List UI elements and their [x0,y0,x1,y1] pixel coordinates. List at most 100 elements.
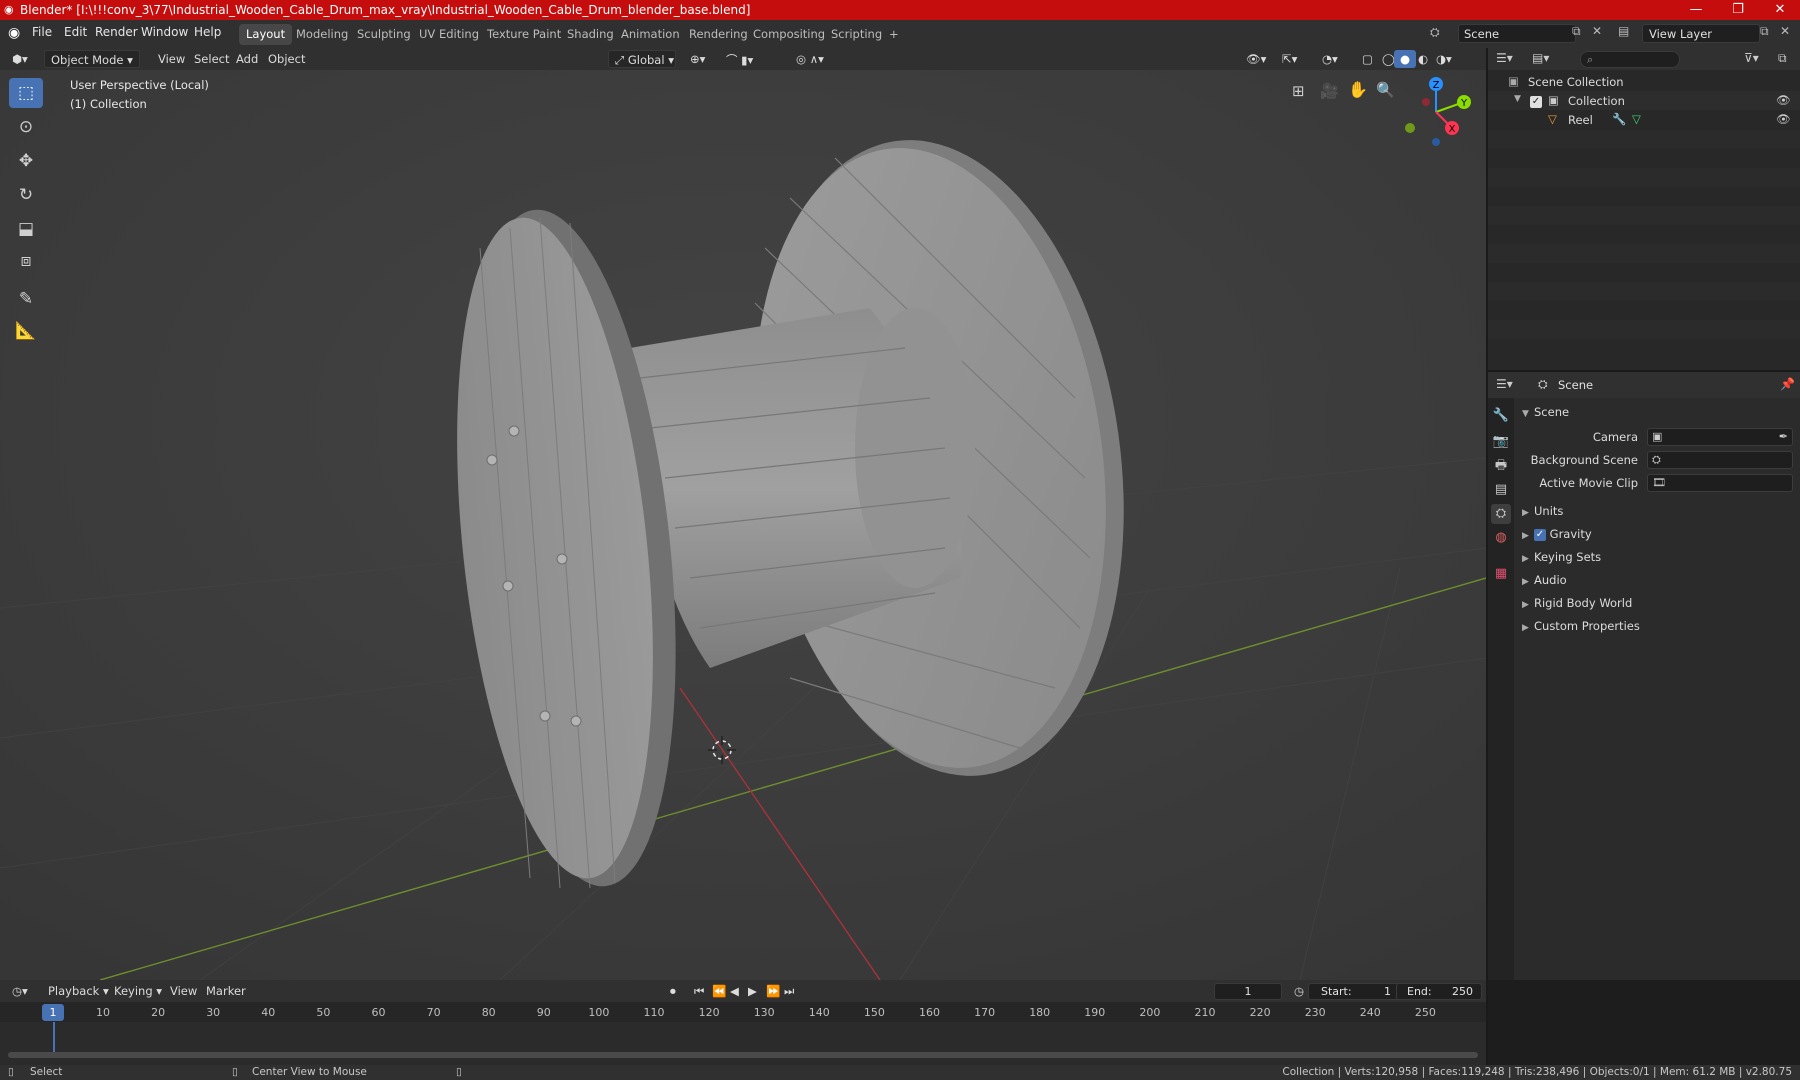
outliner-row-collection[interactable]: ▼ ✓ ▣ Collection 👁 [1488,91,1800,110]
playhead[interactable]: 1 [42,1004,64,1021]
timeline-editor-type-icon[interactable]: ◷▾ [6,982,34,1000]
expand-chevron-icon[interactable]: ▼ [1514,94,1521,104]
timeline-menu-marker[interactable]: Marker [200,982,252,1000]
tab-sculpting[interactable]: Sculpting [350,24,418,45]
units-panel-header[interactable]: ▶ Units [1514,501,1800,521]
output-tab-icon[interactable]: 🖶 [1491,456,1511,476]
collection-visibility-eye-icon[interactable]: 👁 [1776,93,1791,107]
end-frame-field[interactable]: End: 250 [1396,983,1482,1000]
tab-animation[interactable]: Animation [614,24,687,45]
scale-tool-icon[interactable]: ⬓ [9,214,43,244]
viewport-menu-add[interactable]: Add [230,50,264,68]
transform-orientation-dropdown[interactable]: ⤢ Global ▾ [608,50,676,68]
modifier-wrench-icon[interactable]: 🔧 [1612,112,1626,126]
gravity-panel-header[interactable]: ▶ ✓ Gravity [1514,524,1800,544]
background-scene-field[interactable]: ⛭ [1647,451,1793,469]
scene-icon[interactable]: ⛭ [1430,25,1440,40]
viewport-menu-select[interactable]: Select [188,50,235,68]
transform-tool-icon[interactable]: ⧈ [9,246,43,276]
outliner-row-scene-collection[interactable]: ▣ Scene Collection [1488,72,1800,91]
rotate-tool-icon[interactable]: ↻ [9,180,43,210]
custom-properties-panel-header[interactable]: ▶ Custom Properties [1514,616,1800,636]
tab-texture-paint[interactable]: Texture Paint [480,24,568,45]
jump-end-icon[interactable]: ⏭ [778,982,800,1000]
delete-scene-icon[interactable]: ✕ [1592,24,1602,38]
outliner-row-reel[interactable]: ▽ Reel 🔧 ▽ 👁 [1488,110,1800,129]
pin-icon[interactable]: 📌 [1780,377,1795,391]
keying-sets-panel-header[interactable]: ▶ Keying Sets [1514,547,1800,567]
view-layer-tab-icon[interactable]: ▤ [1491,480,1511,500]
timeline-menu-playback[interactable]: Playback ▾ [42,982,115,1000]
navigation-gizmo[interactable]: Z Y X [1396,72,1476,152]
snap-icon[interactable]: ⌒ ▮▾ [720,50,759,68]
audio-panel-header[interactable]: ▶ Audio [1514,570,1800,590]
editor-type-icon[interactable]: ⬢▾ [6,50,34,68]
rendered-shading-icon[interactable]: ◑▾ [1430,50,1458,68]
viewport-menu-view[interactable]: View [152,50,191,68]
3d-viewport[interactable]: ⬢▾ Object Mode ▾ View Select Add Object … [0,48,1486,980]
close-button[interactable]: ✕ [1760,0,1800,20]
timeline-scrollbar[interactable] [8,1052,1478,1058]
move-tool-icon[interactable]: ✥ [9,146,43,176]
collection-checkbox[interactable]: ✓ [1530,94,1542,108]
gravity-checkbox[interactable]: ✓ [1534,528,1546,541]
record-button-icon[interactable]: ⏺ [664,982,682,1000]
scene-name-field[interactable]: Scene [1458,24,1576,43]
pivot-point-icon[interactable]: ⊕▾ [684,50,711,68]
active-movie-clip-field[interactable]: 🎞 [1647,474,1793,492]
blender-menu-icon[interactable]: ◉ [8,25,20,41]
camera-view-icon[interactable]: 🎥 [1320,82,1339,100]
viewport-menu-object[interactable]: Object [262,50,311,68]
overlay-toggle-icon[interactable]: ◔▾ [1316,50,1344,68]
select-box-tool-icon[interactable]: ⬚ [9,78,43,108]
annotate-tool-icon[interactable]: ✎ [9,284,43,314]
maximize-button[interactable]: ❐ [1718,0,1758,20]
camera-field[interactable]: ▣ ✒ [1647,428,1793,446]
display-mode-icon[interactable]: ▤▾ [1532,51,1549,65]
measure-tool-icon[interactable]: 📐 [9,316,43,346]
mesh-data-icon[interactable]: ▽ [1632,112,1641,126]
pan-view-icon[interactable]: ✋ [1348,80,1368,99]
cursor-tool-icon[interactable]: ⊙ [9,112,43,142]
menu-window[interactable]: Window [141,25,188,39]
tab-scripting[interactable]: Scripting [824,24,889,45]
menu-file[interactable]: File [32,25,52,39]
menu-edit[interactable]: Edit [64,25,87,39]
zoom-view-icon[interactable]: 🔍 [1376,81,1395,99]
texture-tab-icon[interactable]: ▦ [1491,564,1511,584]
timeline-ruler[interactable]: 1102030405060708090100110120130140150160… [0,1002,1486,1022]
menu-help[interactable]: Help [194,25,221,39]
properties-editor-type-icon[interactable]: ☰▾ [1496,377,1513,391]
menu-render[interactable]: Render [95,25,138,39]
tab-rendering[interactable]: Rendering [682,24,755,45]
render-tab-icon[interactable]: 📷 [1491,432,1511,452]
proportional-edit-icon[interactable]: ◎ ∧▾ [790,50,830,68]
mode-dropdown[interactable]: Object Mode ▾ [44,50,140,68]
add-workspace-button[interactable]: + [882,24,906,45]
scene-panel-header[interactable]: ▼ Scene [1514,402,1800,422]
timeline-menu-view[interactable]: View [164,982,203,1000]
view-layer-field[interactable]: View Layer [1642,24,1760,43]
eyedropper-icon[interactable]: ✒ [1779,430,1788,443]
reel-visibility-eye-icon[interactable]: 👁 [1776,112,1791,126]
preview-range-icon[interactable]: ◷ [1288,982,1310,1000]
tool-tab-icon[interactable]: 🔧 [1491,406,1511,426]
world-tab-icon[interactable]: ◍ [1491,528,1511,548]
minimize-button[interactable]: — [1676,0,1716,20]
outliner-search-input[interactable]: ⌕ [1580,51,1680,68]
tab-compositing[interactable]: Compositing [746,24,832,45]
current-frame-field[interactable]: 1 [1214,983,1282,1000]
outliner-editor-type-icon[interactable]: ☰▾ [1496,51,1513,65]
tab-shading[interactable]: Shading [560,24,621,45]
gizmo-toggle-icon[interactable]: ⇱▾ [1276,50,1303,68]
tab-modeling[interactable]: Modeling [289,24,355,45]
new-view-layer-icon[interactable]: ⧉ [1760,24,1769,39]
tab-layout[interactable]: Layout [239,24,293,45]
rigid-body-world-panel-header[interactable]: ▶ Rigid Body World [1514,593,1800,613]
scene-tab-icon[interactable]: ⛭ [1491,504,1511,524]
start-frame-field[interactable]: Start: 1 [1308,983,1400,1000]
new-scene-icon[interactable]: ⧉ [1572,24,1581,39]
filter-icon[interactable]: ⊽▾ [1744,51,1759,65]
delete-view-layer-icon[interactable]: ✕ [1780,24,1790,38]
toggle-ortho-icon[interactable]: ⊞ [1292,82,1305,100]
